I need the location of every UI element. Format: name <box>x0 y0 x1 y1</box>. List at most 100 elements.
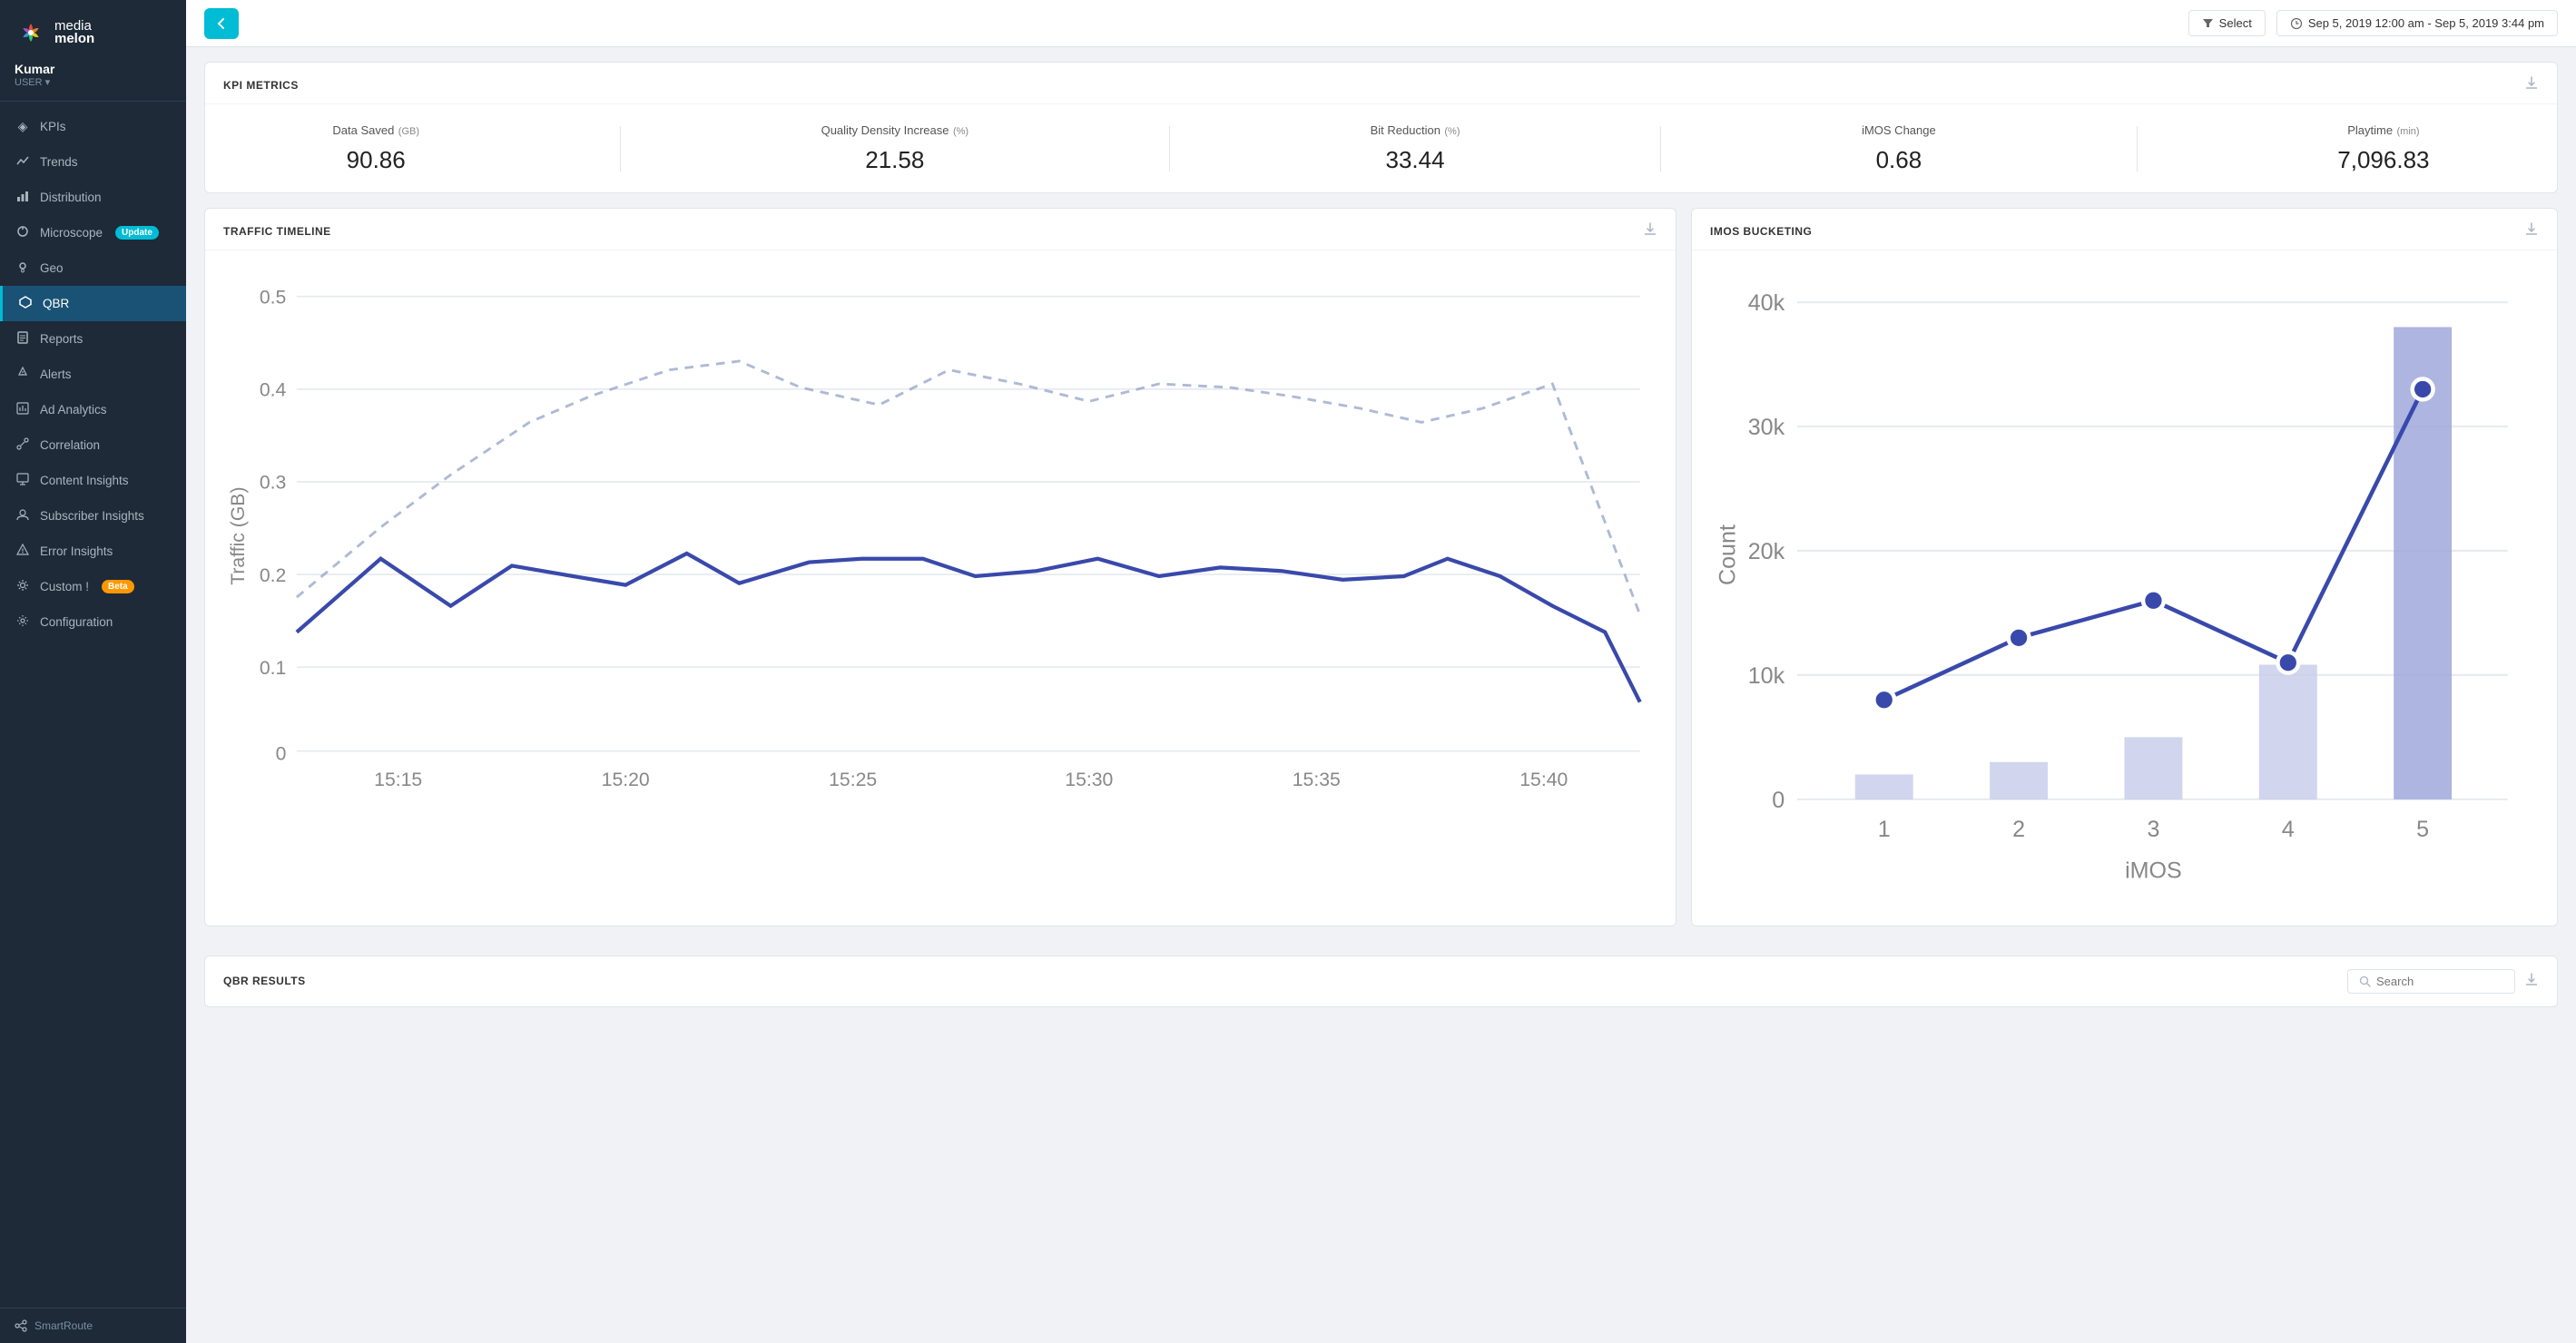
error-insights-icon <box>15 544 31 559</box>
distribution-icon <box>15 190 31 205</box>
sidebar-item-label: Configuration <box>40 615 113 629</box>
svg-text:0.1: 0.1 <box>260 658 286 679</box>
sidebar-item-qbr[interactable]: QBR <box>0 286 186 321</box>
smart-route[interactable]: SmartRoute <box>0 1308 186 1343</box>
sidebar-item-correlation[interactable]: Correlation <box>0 427 186 463</box>
content-insights-icon <box>15 473 31 488</box>
qbr-download-icon[interactable] <box>2524 972 2539 991</box>
sidebar-item-ad-analytics[interactable]: Ad Analytics <box>0 392 186 427</box>
back-icon <box>216 18 227 29</box>
svg-text:0: 0 <box>276 743 287 764</box>
sidebar-item-configuration[interactable]: Configuration <box>0 604 186 640</box>
kpi-quality-density: Quality Density Increase (%) 21.58 <box>821 123 968 174</box>
sidebar-item-reports[interactable]: Reports <box>0 321 186 357</box>
kpi-metrics-title: KPI METRICS <box>223 79 299 92</box>
sidebar-item-alerts[interactable]: Alerts <box>0 357 186 392</box>
svg-text:30k: 30k <box>1748 415 1785 440</box>
svg-text:10k: 10k <box>1748 663 1785 689</box>
svg-text:15:15: 15:15 <box>374 770 422 790</box>
svg-text:40k: 40k <box>1748 290 1785 316</box>
traffic-timeline-title: TRAFFIC TIMELINE <box>223 225 331 238</box>
sidebar-item-content-insights[interactable]: Content Insights <box>0 463 186 498</box>
smart-route-label: SmartRoute <box>34 1319 93 1332</box>
topbar-left <box>204 8 239 39</box>
microscope-icon <box>15 225 31 240</box>
sidebar-item-error-insights[interactable]: Error Insights <box>0 534 186 569</box>
sidebar-item-kpis[interactable]: ◈ KPIs <box>0 109 186 144</box>
svg-text:15:30: 15:30 <box>1065 770 1113 790</box>
geo-icon <box>15 260 31 276</box>
svg-text:20k: 20k <box>1748 539 1785 564</box>
correlation-icon <box>15 437 31 453</box>
datetime-button[interactable]: Sep 5, 2019 12:00 am - Sep 5, 2019 3:44 … <box>2276 10 2558 36</box>
imos-bucketing-header: iMOS BUCKETING <box>1692 209 2557 250</box>
datetime-label: Sep 5, 2019 12:00 am - Sep 5, 2019 3:44 … <box>2308 16 2544 30</box>
svg-text:1: 1 <box>1878 817 1891 842</box>
sidebar-item-label: KPIs <box>40 120 66 133</box>
svg-text:2: 2 <box>2012 817 2025 842</box>
qbr-results-title: QBR RESULTS <box>223 975 306 987</box>
sidebar-item-label: Custom ! <box>40 580 89 593</box>
kpi-metrics-card: KPI METRICS Data Saved (GB) 90.86 Qualit… <box>204 62 2558 193</box>
back-button[interactable] <box>204 8 239 39</box>
kpi-divider <box>1660 126 1661 172</box>
imos-bucketing-chart: 40k 30k 20k 10k 0 Count <box>1710 265 2539 907</box>
qbr-results-header: QBR RESULTS <box>205 956 2557 1006</box>
svg-text:15:25: 15:25 <box>829 770 877 790</box>
kpi-value: 33.44 <box>1371 146 1460 174</box>
sidebar-item-label: Correlation <box>40 438 100 452</box>
sidebar-item-label: QBR <box>43 297 69 310</box>
svg-text:Traffic (GB): Traffic (GB) <box>228 487 249 585</box>
select-button[interactable]: Select <box>2188 10 2266 36</box>
sidebar-item-distribution[interactable]: Distribution <box>0 180 186 215</box>
logo-area: media melon <box>0 0 186 58</box>
trends-icon <box>15 154 31 170</box>
sidebar-item-label: Subscriber Insights <box>40 509 144 523</box>
kpi-label: Data Saved (GB) <box>332 123 419 139</box>
traffic-download-icon[interactable] <box>1643 221 1657 240</box>
sidebar-item-label: Trends <box>40 155 78 169</box>
sidebar-item-label: Distribution <box>40 191 102 204</box>
user-role[interactable]: USER ▾ <box>15 76 172 88</box>
kpi-label: iMOS Change <box>1862 123 1936 139</box>
configuration-icon <box>15 614 31 630</box>
imos-download-icon[interactable] <box>2524 221 2539 240</box>
svg-text:0.3: 0.3 <box>260 473 286 494</box>
custom-badge: Beta <box>102 580 134 593</box>
username: Kumar <box>15 62 172 76</box>
sidebar-item-label: Alerts <box>40 368 72 381</box>
kpi-bit-reduction: Bit Reduction (%) 33.44 <box>1371 123 1460 174</box>
imos-bucketing-card: iMOS BUCKETING 40k 30k 20k 10k 0 Coun <box>1691 208 2558 926</box>
sidebar-item-custom[interactable]: Custom ! Beta <box>0 569 186 604</box>
kpi-imos-change: iMOS Change 0.68 <box>1862 123 1936 174</box>
sidebar-item-geo[interactable]: Geo <box>0 250 186 286</box>
svg-text:3: 3 <box>2147 817 2159 842</box>
kpi-label: Quality Density Increase (%) <box>821 123 968 139</box>
traffic-timeline-header: TRAFFIC TIMELINE <box>205 209 1676 250</box>
kpi-playtime: Playtime (min) 7,096.83 <box>2337 123 2429 174</box>
topbar: Select Sep 5, 2019 12:00 am - Sep 5, 201… <box>186 0 2576 47</box>
traffic-timeline-card: TRAFFIC TIMELINE 0.5 0.4 0.3 0.2 0.1 0 <box>204 208 1676 926</box>
charts-row: TRAFFIC TIMELINE 0.5 0.4 0.3 0.2 0.1 0 <box>204 208 2558 941</box>
sidebar-nav: ◈ KPIs Trends Distribution Microscope Up… <box>0 102 186 1308</box>
qbr-search-wrap[interactable] <box>2347 969 2515 994</box>
kpis-icon: ◈ <box>15 119 31 134</box>
reports-icon <box>15 331 31 347</box>
logo-melon: melon <box>54 32 94 47</box>
qbr-results-card: QBR RESULTS <box>204 956 2558 1007</box>
content-area: KPI METRICS Data Saved (GB) 90.86 Qualit… <box>186 47 2576 1343</box>
sidebar-item-label: Content Insights <box>40 474 129 487</box>
sidebar-item-microscope[interactable]: Microscope Update <box>0 215 186 250</box>
sidebar-item-label: Ad Analytics <box>40 403 107 417</box>
logo-icon <box>15 16 47 49</box>
alerts-icon <box>15 367 31 382</box>
sidebar-item-trends[interactable]: Trends <box>0 144 186 180</box>
microscope-badge: Update <box>115 226 159 240</box>
kpi-download-icon[interactable] <box>2524 75 2539 94</box>
sidebar-item-subscriber-insights[interactable]: Subscriber Insights <box>0 498 186 534</box>
qbr-icon <box>17 296 34 311</box>
traffic-timeline-body: 0.5 0.4 0.3 0.2 0.1 0 Traffic (GB) <box>205 250 1676 825</box>
search-input[interactable] <box>2376 975 2503 988</box>
clock-icon <box>2290 17 2303 30</box>
kpi-metrics-header: KPI METRICS <box>205 63 2557 104</box>
